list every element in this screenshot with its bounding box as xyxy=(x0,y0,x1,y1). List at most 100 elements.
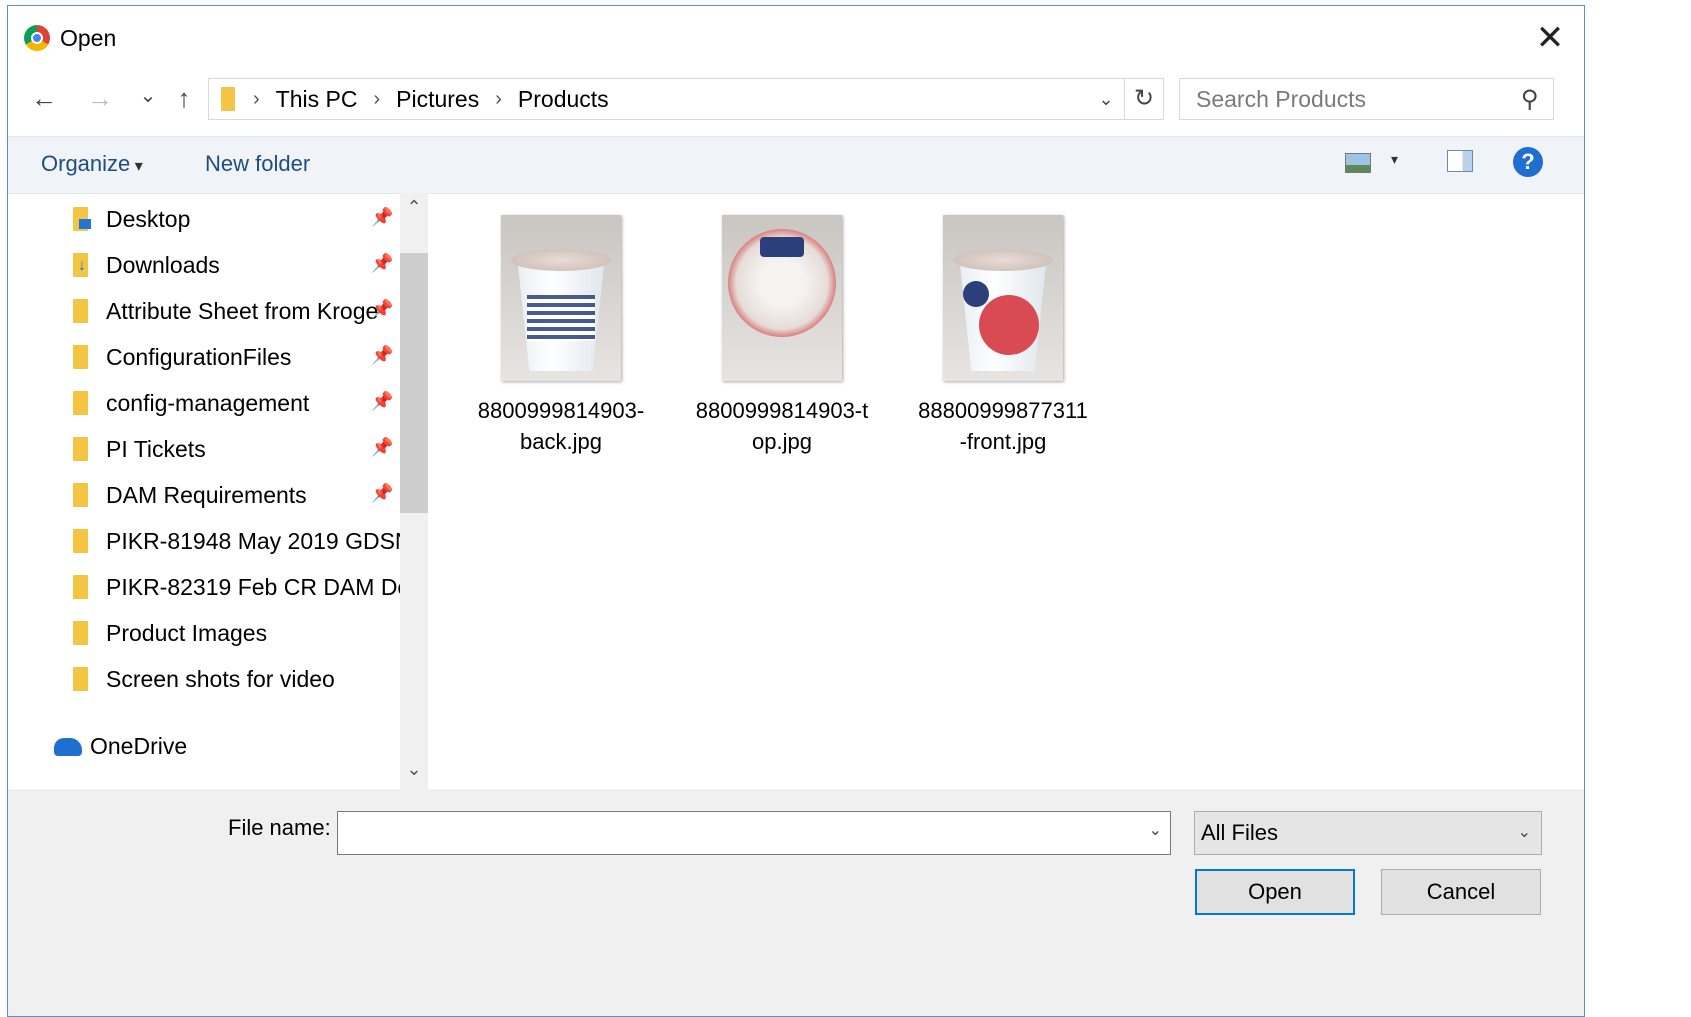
breadcrumb-separator[interactable]: › xyxy=(253,88,260,111)
sidebar-item-pikr-82319[interactable]: PIKR-82319 Feb CR DAM Dem xyxy=(73,567,403,607)
folder-icon xyxy=(73,529,88,553)
sidebar-item-label: OneDrive xyxy=(90,733,188,759)
folder-icon xyxy=(73,667,88,691)
sidebar-item-label: PIKR-81948 May 2019 GDSN D xyxy=(106,527,403,554)
sidebar-item-label: Screen shots for video xyxy=(106,665,335,692)
desktop-folder-icon xyxy=(73,207,91,231)
open-button[interactable]: Open xyxy=(1195,869,1355,915)
close-button[interactable]: ✕ xyxy=(1530,18,1570,58)
sidebar-item-screen-shots[interactable]: Screen shots for video xyxy=(73,659,403,699)
folder-icon xyxy=(73,483,88,507)
breadcrumb-this-pc[interactable]: This PC xyxy=(276,86,358,113)
sidebar-item-desktop[interactable]: Desktop xyxy=(73,199,403,239)
sidebar-item-label: PIKR-82319 Feb CR DAM Dem xyxy=(106,573,403,600)
pin-icon: 📌 xyxy=(371,437,394,457)
view-options-dropdown[interactable]: ▾ xyxy=(1391,151,1398,168)
back-button[interactable]: ← xyxy=(26,80,62,116)
title-bar: Open xyxy=(24,18,116,58)
address-bar[interactable]: › This PC › Pictures › Products ⌄ ↻ xyxy=(208,78,1164,120)
sidebar-item-label: PI Tickets xyxy=(106,435,206,462)
dialog-title: Open xyxy=(60,24,117,51)
brand-logo-shape xyxy=(760,237,804,257)
preview-pane-icon[interactable] xyxy=(1447,150,1473,172)
forward-button[interactable]: → xyxy=(82,80,118,116)
pin-icon: 📌 xyxy=(371,253,394,273)
scroll-down-icon[interactable]: ⌄ xyxy=(400,759,428,780)
breadcrumb-pictures[interactable]: Pictures xyxy=(396,86,479,113)
file-name-combobox[interactable]: ⌄ xyxy=(337,811,1171,855)
file-name-line: 8800999814903- xyxy=(477,398,645,423)
sidebar-item-label: Desktop xyxy=(106,205,191,232)
file-name-label: File name: xyxy=(228,815,331,840)
chevron-down-icon[interactable]: ⌄ xyxy=(1149,820,1162,840)
pin-icon: 📌 xyxy=(371,391,394,411)
chevron-down-icon[interactable]: ⌄ xyxy=(1518,812,1531,854)
breadcrumb-products[interactable]: Products xyxy=(518,86,609,113)
onedrive-cloud-icon xyxy=(54,737,82,756)
file-list-view: 8800999814903- back.jpg 8800999814903-t … xyxy=(428,193,1584,789)
folder-icon xyxy=(73,575,88,599)
sidebar-item-label: ConfigurationFiles xyxy=(106,343,292,370)
sidebar-item-label: DAM Requirements xyxy=(106,481,307,508)
sidebar-item-pikr-81948[interactable]: PIKR-81948 May 2019 GDSN D xyxy=(73,521,403,561)
file-item[interactable]: 8800999814903-t op.jpg xyxy=(682,215,882,457)
dialog-footer: File name: ⌄ All Files ⌄ Open Cancel xyxy=(8,789,1584,1016)
help-icon[interactable]: ? xyxy=(1513,147,1543,177)
organize-menu[interactable]: Organize xyxy=(41,151,143,177)
folder-icon xyxy=(73,345,88,369)
file-name-line: back.jpg xyxy=(520,429,602,454)
sidebar-item-configurationfiles[interactable]: ConfigurationFiles xyxy=(73,337,403,377)
recent-locations-button[interactable]: ⌄ xyxy=(130,78,166,114)
file-type-value: All Files xyxy=(1201,820,1279,845)
sidebar-item-config-management[interactable]: config-management xyxy=(73,383,403,423)
scrollbar-thumb[interactable] xyxy=(400,253,428,513)
file-item[interactable]: 88800999877311 -front.jpg xyxy=(903,215,1103,457)
breadcrumb-separator[interactable]: › xyxy=(495,88,502,111)
pin-icon: 📌 xyxy=(371,345,394,365)
file-name-line: 88800999877311 xyxy=(918,398,1088,423)
sidebar-item-label: Product Images xyxy=(106,619,268,646)
sidebar-item-attribute-sheet[interactable]: Attribute Sheet from Kroger xyxy=(73,291,378,331)
navigation-scrollbar[interactable]: ⌃ ⌄ xyxy=(400,193,428,789)
file-name-line: -front.jpg xyxy=(959,429,1047,454)
file-thumbnail xyxy=(943,215,1063,381)
open-file-dialog: Open ✕ ← → ⌄ ↑ › This PC › Pictures › Pr… xyxy=(7,5,1585,1017)
search-icon[interactable]: ⚲ xyxy=(1521,85,1539,114)
pin-icon: 📌 xyxy=(371,207,394,227)
sidebar-item-onedrive[interactable]: OneDrive xyxy=(54,733,187,760)
folder-icon xyxy=(73,299,88,323)
cancel-button[interactable]: Cancel xyxy=(1381,869,1541,915)
sidebar-item-label: Downloads xyxy=(106,251,220,278)
sidebar-item-downloads[interactable]: Downloads xyxy=(73,245,403,285)
up-button[interactable]: ↑ xyxy=(166,80,202,116)
folder-icon xyxy=(73,621,88,645)
blue-badge-shape xyxy=(963,281,989,307)
refresh-button[interactable]: ↻ xyxy=(1124,79,1163,119)
sidebar-item-dam-requirements[interactable]: DAM Requirements xyxy=(73,475,403,515)
new-folder-button[interactable]: New folder xyxy=(205,151,310,177)
sidebar-item-product-images[interactable]: Product Images xyxy=(73,613,403,653)
address-dropdown-button[interactable]: ⌄ xyxy=(1089,79,1123,119)
file-name-line: op.jpg xyxy=(752,429,812,454)
red-label-shape xyxy=(979,295,1039,355)
sidebar-item-pi-tickets[interactable]: PI Tickets xyxy=(73,429,403,469)
folder-icon xyxy=(73,391,88,415)
cup-label-shape xyxy=(527,295,595,341)
file-thumbnail xyxy=(722,215,842,381)
file-thumbnail xyxy=(501,215,621,381)
navigation-pane: Desktop 📌 Downloads 📌 Attribute Sheet fr… xyxy=(8,193,428,789)
search-input[interactable] xyxy=(1194,84,1498,114)
downloads-folder-icon xyxy=(73,253,88,277)
file-name-input[interactable] xyxy=(338,812,1128,854)
folder-icon xyxy=(221,87,235,111)
scroll-up-icon[interactable]: ⌃ xyxy=(400,197,428,218)
pin-icon: 📌 xyxy=(371,483,394,503)
file-type-select[interactable]: All Files ⌄ xyxy=(1194,811,1542,855)
change-view-icon[interactable] xyxy=(1345,153,1371,173)
sidebar-item-label: Attribute Sheet from Kroger xyxy=(106,297,378,324)
breadcrumb-separator[interactable]: › xyxy=(373,88,380,111)
cup-lid-shape xyxy=(511,249,611,271)
pin-icon: 📌 xyxy=(371,299,394,319)
file-item[interactable]: 8800999814903- back.jpg xyxy=(461,215,661,457)
search-box[interactable]: ⚲ xyxy=(1179,78,1554,120)
